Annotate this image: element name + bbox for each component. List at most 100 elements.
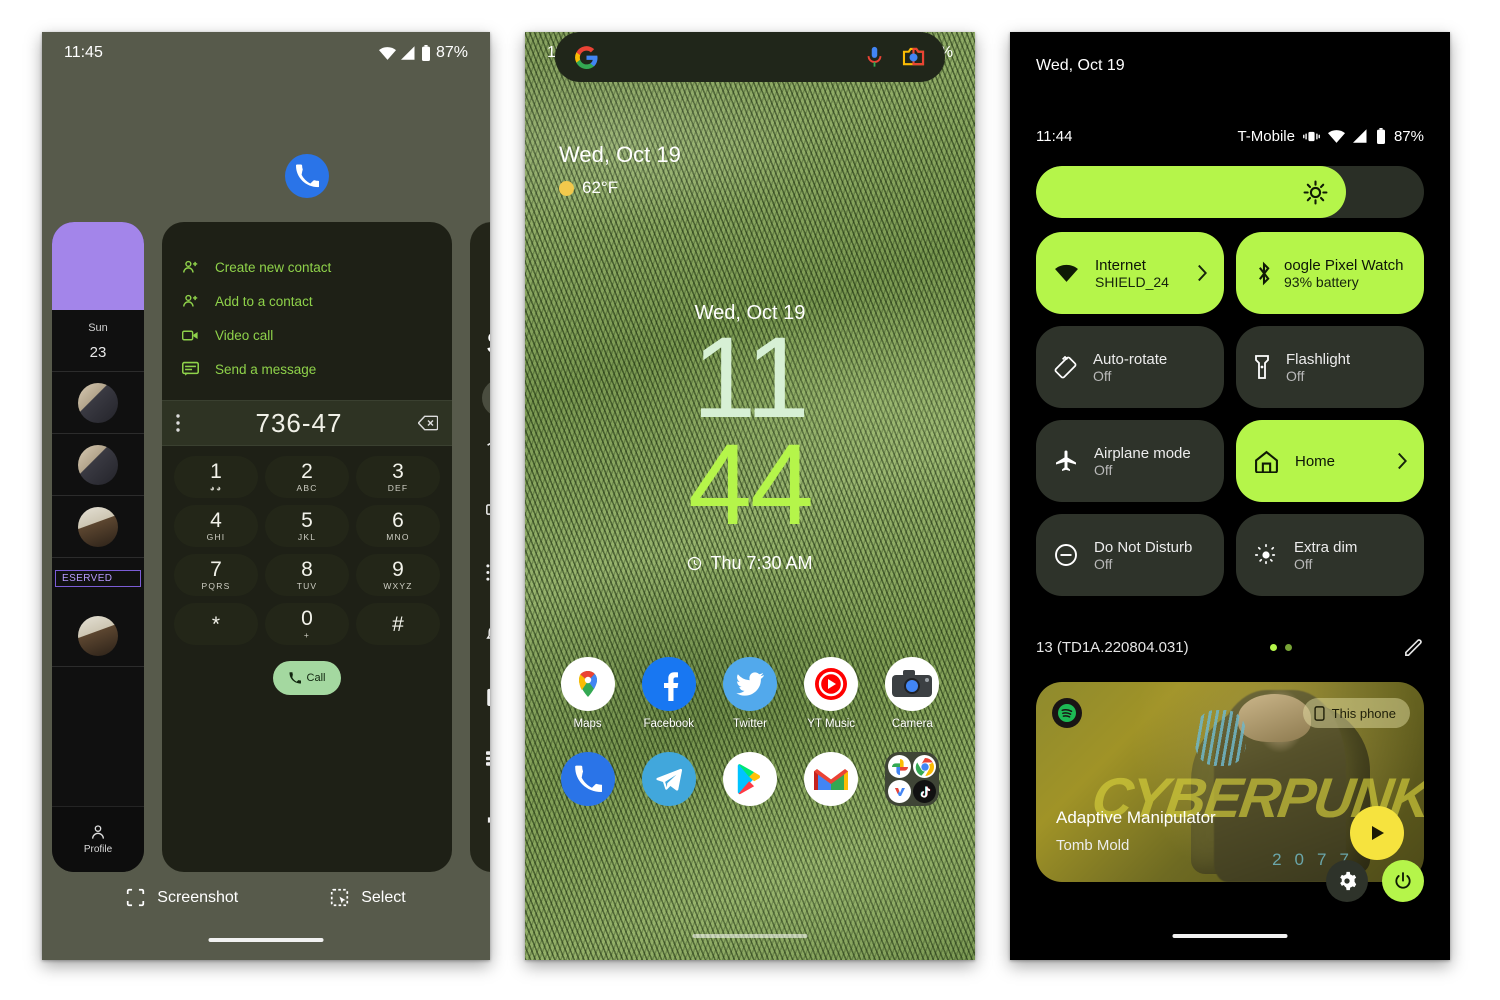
sidebar-item-apps[interactable] bbox=[470, 541, 490, 603]
pencil-edit-icon[interactable] bbox=[1403, 637, 1424, 658]
dock-play-store[interactable] bbox=[717, 752, 783, 806]
menu-item-send-a-message[interactable]: Send a message bbox=[162, 352, 452, 386]
status-bar: 11:44 T-Mobile 87% bbox=[1010, 124, 1450, 148]
dialpad-key-7[interactable]: 7 PQRS bbox=[174, 554, 258, 596]
media-player-card[interactable]: CYBERPUNK 2077 This phone Adaptive Manip… bbox=[1036, 682, 1424, 882]
call-button[interactable]: Call bbox=[273, 661, 341, 695]
dialpad[interactable]: 1 ◕◕ 2 ABC 3 DEF 4 GHI 5 JKL 6 MNO 7 PQRS 8 TUV … bbox=[162, 446, 452, 645]
dialer-card[interactable]: Create new contact Add to a contact Vide… bbox=[162, 222, 452, 872]
tile-do-not-disturb[interactable]: Do Not Disturb Off bbox=[1036, 514, 1224, 596]
settings-button[interactable] bbox=[1326, 860, 1368, 902]
dialpad-key-0[interactable]: 0 + bbox=[265, 603, 349, 645]
facebook-icon bbox=[641, 657, 696, 711]
app-yt-music[interactable]: YT Music bbox=[798, 657, 864, 730]
key-digit: 1 bbox=[210, 460, 222, 483]
dialed-number: 736-47 bbox=[255, 407, 343, 438]
tile-internet[interactable]: Internet SHIELD_24 bbox=[1036, 232, 1224, 314]
select-button[interactable]: Select bbox=[330, 888, 406, 907]
tile-subtitle: Off bbox=[1094, 461, 1113, 478]
page-indicator[interactable] bbox=[1269, 643, 1292, 651]
sidebar-item-sound[interactable] bbox=[470, 789, 490, 851]
key-digit: # bbox=[392, 612, 404, 636]
brightness-slider[interactable] bbox=[1036, 166, 1424, 218]
search-input[interactable] bbox=[482, 379, 490, 417]
dock-folder[interactable] bbox=[879, 752, 945, 806]
list-item[interactable] bbox=[52, 434, 144, 496]
dialpad-key-6[interactable]: 6 MNO bbox=[356, 505, 440, 547]
google-search-bar[interactable] bbox=[555, 32, 945, 82]
app-maps[interactable]: Maps bbox=[555, 657, 621, 730]
tile-home[interactable]: Home bbox=[1236, 420, 1424, 502]
chevron-right-icon[interactable] bbox=[1197, 264, 1208, 282]
sidebar-item-connected-devices[interactable] bbox=[470, 479, 490, 541]
list-item[interactable] bbox=[52, 496, 144, 558]
app-label: Camera bbox=[891, 718, 933, 730]
dialpad-key-1[interactable]: 1 ◕◕ bbox=[174, 456, 258, 498]
dock-phone[interactable] bbox=[555, 752, 621, 806]
sidebar-item-battery[interactable] bbox=[470, 665, 490, 727]
dialpad-key-8[interactable]: 8 TUV bbox=[265, 554, 349, 596]
connected-devices-icon bbox=[486, 504, 490, 515]
dialpad-key-2[interactable]: 2 ABC bbox=[265, 456, 349, 498]
spotify-icon[interactable] bbox=[1052, 698, 1082, 728]
tile-airplane-mode[interactable]: Airplane mode Off bbox=[1036, 420, 1224, 502]
menu-item-add-to-a-contact[interactable]: Add to a contact bbox=[162, 284, 452, 318]
dialpad-key-4[interactable]: 4 GHI bbox=[174, 505, 258, 547]
sidebar-item-notifications[interactable] bbox=[470, 603, 490, 665]
reserved-badge: ESERVED bbox=[55, 570, 141, 587]
tile-extra-dim[interactable]: Extra dim Off bbox=[1236, 514, 1424, 596]
chevron-right-icon[interactable] bbox=[1397, 452, 1408, 470]
profile-nav-item[interactable]: Profile bbox=[52, 806, 144, 872]
tile-subtitle: SHIELD_24 bbox=[1095, 273, 1169, 290]
dialpad-key-5[interactable]: 5 JKL bbox=[265, 505, 349, 547]
weather-widget[interactable]: Wed, Oct 19 62°F bbox=[559, 142, 681, 198]
recents-card-left[interactable]: Sun 23 ESERVED Profile bbox=[52, 222, 144, 872]
tile-auto-rotate[interactable]: Auto-rotate Off bbox=[1036, 326, 1224, 408]
dialpad-key-9[interactable]: 9 WXYZ bbox=[356, 554, 440, 596]
tile-google-pixel-watch[interactable]: oogle Pixel Watch 93% battery bbox=[1236, 232, 1424, 314]
dock-row bbox=[525, 752, 975, 806]
app-camera[interactable]: Camera bbox=[879, 657, 945, 730]
google-lens-icon[interactable] bbox=[902, 47, 925, 67]
dock-telegram[interactable] bbox=[636, 752, 702, 806]
microphone-icon[interactable] bbox=[865, 46, 884, 68]
dialpad-key-hash[interactable]: # bbox=[356, 603, 440, 645]
menu-item-video-call[interactable]: Video call bbox=[162, 318, 452, 352]
key-digit: 5 bbox=[301, 509, 313, 532]
sidebar-item-storage[interactable] bbox=[470, 727, 490, 789]
power-button[interactable] bbox=[1382, 860, 1424, 902]
home-indicator[interactable] bbox=[692, 934, 808, 938]
list-item[interactable] bbox=[52, 605, 144, 667]
backspace-icon[interactable] bbox=[418, 415, 438, 431]
key-sub: PQRS bbox=[201, 581, 231, 591]
google-play-icon bbox=[722, 752, 777, 806]
screenshot-button[interactable]: Screenshot bbox=[126, 888, 238, 907]
clock-widget[interactable]: Wed, Oct 19 11 44 Thu 7:30 AM bbox=[525, 302, 975, 574]
bluetooth-icon bbox=[1259, 261, 1270, 285]
more-vert-icon[interactable] bbox=[176, 414, 180, 432]
dialpad-key-3[interactable]: 3 DEF bbox=[356, 456, 440, 498]
home-indicator[interactable] bbox=[208, 938, 324, 942]
sidebar-item-network[interactable] bbox=[470, 417, 490, 479]
menu-item-create-new-contact[interactable]: Create new contact bbox=[162, 250, 452, 284]
key-sub: GHI bbox=[206, 532, 226, 542]
dialpad-key-star[interactable]: * bbox=[174, 603, 258, 645]
auto-rotate-icon bbox=[1054, 355, 1077, 378]
tile-flashlight[interactable]: Flashlight Off bbox=[1236, 326, 1424, 408]
panel-footer: 13 (TD1A.220804.031) bbox=[1036, 632, 1424, 662]
dock-gmail[interactable] bbox=[798, 752, 864, 806]
settings-card-right[interactable]: Set bbox=[470, 222, 490, 872]
app-facebook[interactable]: Facebook bbox=[636, 657, 702, 730]
phone-app-icon[interactable] bbox=[285, 154, 329, 198]
select-label: Select bbox=[361, 888, 406, 906]
app-twitter[interactable]: Twitter bbox=[717, 657, 783, 730]
tile-title: Airplane mode bbox=[1094, 444, 1191, 462]
list-item[interactable] bbox=[52, 372, 144, 434]
recents-actions: Screenshot Select bbox=[42, 888, 490, 907]
media-output-chip[interactable]: This phone bbox=[1302, 698, 1410, 728]
play-button[interactable] bbox=[1350, 806, 1404, 860]
tiktok-icon bbox=[913, 780, 937, 803]
avatar bbox=[78, 615, 118, 656]
home-indicator[interactable] bbox=[1172, 934, 1288, 938]
app-folder[interactable] bbox=[885, 752, 940, 806]
